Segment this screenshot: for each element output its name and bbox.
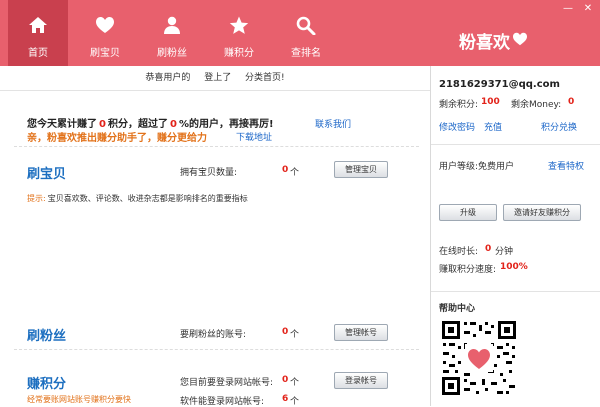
points-label: 剩余积分: — [439, 100, 479, 110]
logo-text: 粉喜欢 — [459, 33, 510, 53]
close-icon[interactable]: ✕ — [582, 4, 594, 14]
contact-us-link[interactable]: 联系我们 — [315, 117, 351, 130]
software-account-value: 6 — [282, 394, 289, 404]
section-divider-2 — [14, 349, 419, 350]
main-content: 您今天累计赚了 0 积分，超过了 0 %的用户，再接再厉! 联系我们 亲，粉喜欢推出赚分… — [0, 91, 430, 407]
manage-account-button[interactable]: 管理帐号 — [334, 324, 388, 341]
user-level: 用户等级:免费用户 — [439, 162, 515, 172]
home-icon — [27, 14, 49, 36]
tab-zhuanjifen-label: 赚积分 — [224, 48, 254, 59]
help-center-title: 帮助中心 — [439, 304, 476, 314]
tab-home[interactable]: 首页 — [8, 0, 68, 66]
tab-chapaiming[interactable]: 查排名 — [276, 0, 336, 66]
baobei-count-value: 0 — [282, 165, 289, 175]
tip-label: 提示: — [27, 194, 46, 203]
sidebar-divider — [431, 144, 600, 145]
software-account-unit: 个 — [290, 397, 300, 407]
fensi-account-value: 0 — [282, 327, 289, 337]
account-email: 2181629371@qq.com — [439, 79, 560, 90]
notice-text-3: 分类首页! — [244, 73, 285, 83]
change-password-link[interactable]: 修改密码 — [439, 120, 475, 133]
software-account-label: 软件能登录网站帐号: — [180, 397, 265, 407]
online-time-unit: 分钟 — [495, 247, 514, 257]
login-account-value: 0 — [282, 375, 289, 385]
earn-speed-value: 100% — [500, 262, 528, 272]
heart-icon — [94, 14, 116, 36]
shuabaobei-title: 刷宝贝 — [27, 167, 67, 182]
fensi-account-label: 要刷粉丝的账号: — [180, 330, 247, 340]
user-icon — [161, 14, 183, 36]
sidebar-divider-2 — [431, 291, 600, 292]
baobei-tip: 提示: 宝贝喜欢数、评论数、收进杂志都是影响排名的重要指标 — [27, 193, 248, 204]
login-account-unit: 个 — [290, 378, 300, 388]
notice-text-1: 恭喜用户的 — [145, 73, 191, 83]
tab-shuabaobei-label: 刷宝贝 — [90, 48, 120, 59]
invite-friends-button[interactable]: 邀请好友赚积分 — [503, 204, 581, 221]
shuafensi-title: 刷粉丝 — [27, 329, 67, 344]
tab-shuabaobei[interactable]: 刷宝贝 — [75, 0, 135, 66]
exchange-link[interactable]: 积分兑换 — [541, 120, 577, 133]
tab-zhuanjifen[interactable]: 赚积分 — [209, 0, 269, 66]
online-time-value: 0 — [485, 244, 492, 254]
money-value: 0 — [568, 97, 575, 107]
tab-shuafensi[interactable]: 刷粉丝 — [142, 0, 202, 66]
zhuanjifen-title: 赚积分 — [27, 377, 67, 392]
earned-summary: 您今天累计赚了 0 积分，超过了 0 %的用户，再接再厉! — [27, 115, 274, 130]
section-divider — [14, 146, 419, 147]
view-privileges-link[interactable]: 查看特权 — [548, 159, 584, 172]
manage-baobei-button[interactable]: 管理宝贝 — [334, 161, 388, 178]
baobei-count-unit: 个 — [290, 168, 300, 178]
zhuanjifen-subtitle: 经常要账网站账号赚积分要快 — [27, 395, 131, 404]
qr-code — [440, 319, 518, 397]
tab-home-label: 首页 — [28, 48, 48, 59]
earn-speed-label: 赚取积分速度: — [439, 265, 497, 275]
notice-text-2: 登上了 — [204, 73, 232, 83]
top-navigation-bar: 首页 刷宝贝 刷粉丝 赚积分 查排名 粉喜欢 — ✕ — [0, 0, 600, 66]
app-logo: 粉喜欢 — [459, 28, 528, 53]
baobei-count-label: 拥有宝贝数量: — [180, 168, 238, 178]
download-link[interactable]: 下载地址 — [236, 130, 272, 143]
recharge-link[interactable]: 充值 — [484, 120, 502, 133]
minimize-icon[interactable]: — — [562, 4, 574, 14]
search-icon — [295, 14, 317, 36]
tip-text: 宝贝喜欢数、评论数、收进杂志都是影响排名的重要指标 — [47, 194, 248, 203]
main-tabs: 首页 刷宝贝 刷粉丝 赚积分 查排名 — [8, 0, 343, 66]
money-label: 剩余Money: — [511, 100, 562, 110]
tab-chapaiming-label: 查排名 — [291, 48, 321, 59]
congrats-notice: 恭喜用户的 登上了 分类首页! — [0, 66, 430, 91]
tab-shuafensi-label: 刷粉丝 — [157, 48, 187, 59]
upgrade-button[interactable]: 升级 — [439, 204, 497, 221]
window-controls: — ✕ — [554, 4, 594, 14]
login-account-button[interactable]: 登录帐号 — [334, 372, 388, 389]
online-time-label: 在线时长: — [439, 247, 479, 257]
promo-text: 亲，粉喜欢推出赚分助手了，赚分更给力 — [27, 133, 207, 144]
logo-heart-icon — [512, 31, 528, 51]
login-account-label: 您目前要登录网站帐号: — [180, 378, 274, 388]
points-value: 100 — [481, 97, 500, 107]
star-icon — [228, 14, 250, 36]
fensi-account-unit: 个 — [290, 330, 300, 340]
